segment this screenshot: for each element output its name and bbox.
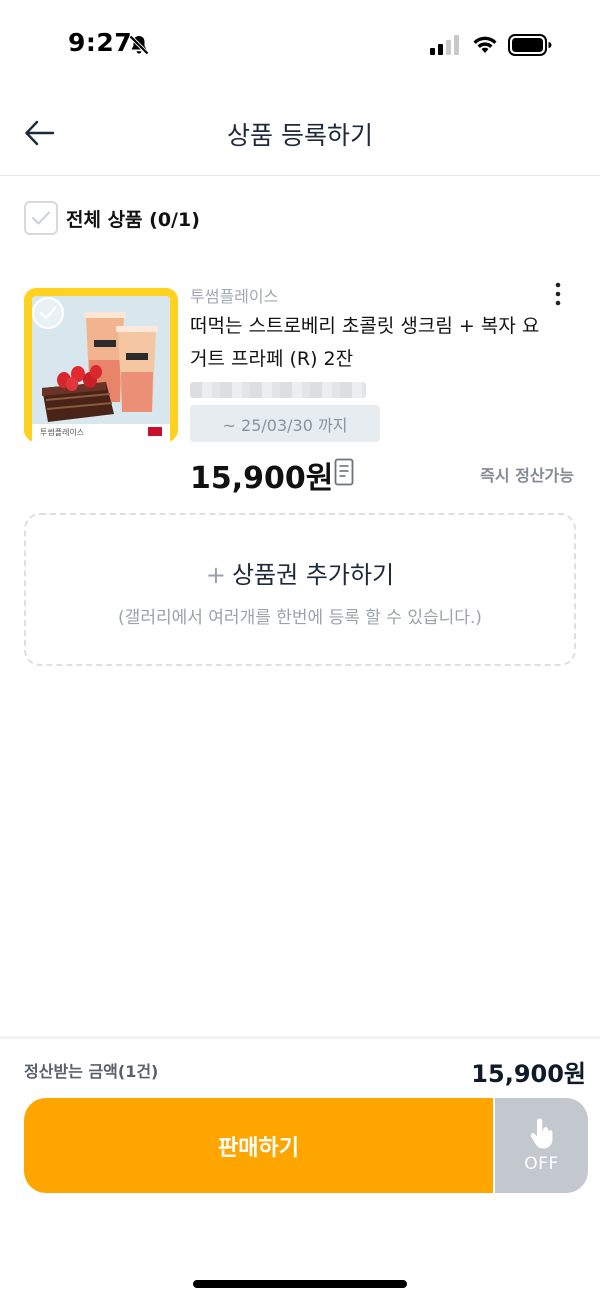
settlement-amount-value: 15,900원 [471,1060,586,1088]
receipt-icon[interactable] [334,458,354,486]
bell-off-icon [129,35,149,55]
home-indicator [193,1280,407,1288]
hand-pointer-icon [530,1117,552,1148]
check-icon [31,211,51,225]
add-voucher-title: + 상품권 추가하기 [26,555,574,590]
page-title: 상품 등록하기 [227,121,373,150]
instant-settle-badge: 즉시 정산가능 [480,466,574,485]
check-icon [39,306,57,320]
thumbnail-footer: 투썸플레이스 [32,424,170,442]
divider [0,1036,600,1039]
product-name: 떠먹는 스트로베리 초콜릿 생크림 + 복자 요거트 프라페 (R) 2잔 [190,315,540,370]
more-options-icon[interactable] [548,280,568,308]
status-time: 9:27 [68,28,133,57]
product-price: 15,900원 [190,461,334,496]
select-all-checkbox[interactable]: 전체 상품 (0/1) [24,200,200,236]
thumbnail-brand: 투썸플레이스 [40,428,85,437]
sell-button[interactable]: 판매하기 [24,1098,493,1193]
auto-sell-toggle[interactable]: OFF [493,1098,588,1193]
sell-action-bar: 판매하기 OFF [24,1098,588,1193]
status-bar: 9:27 [0,0,600,90]
app-header: 상품 등록하기 [0,90,600,176]
battery-icon [508,34,552,56]
add-voucher-description: (갤러리에서 여러개를 한번에 등록 할 수 있습니다.) [118,608,482,628]
checkbox[interactable] [24,201,58,235]
plus-icon: + [205,561,226,589]
select-all-label: 전체 상품 (0/1) [66,208,200,231]
product-brand: 투썸플레이스 [190,287,279,306]
add-voucher-button[interactable]: + 상품권 추가하기 (갤러리에서 여러개를 한번에 등록 할 수 있습니다.) [24,513,576,666]
masked-barcode [190,382,366,398]
product-thumbnail[interactable]: 투썸플레이스 [24,288,178,442]
expiry-chip: ~ 25/03/30 까지 [190,405,380,442]
brand-mark-icon [148,427,162,436]
toggle-state-label: OFF [524,1153,559,1174]
product-select-checkbox[interactable] [32,297,64,329]
add-voucher-label: 상품권 추가하기 [231,561,395,589]
settlement-amount-label: 정산받는 금액(1건) [24,1062,159,1081]
cellular-signal-icon [430,35,459,55]
wifi-icon [473,36,497,53]
